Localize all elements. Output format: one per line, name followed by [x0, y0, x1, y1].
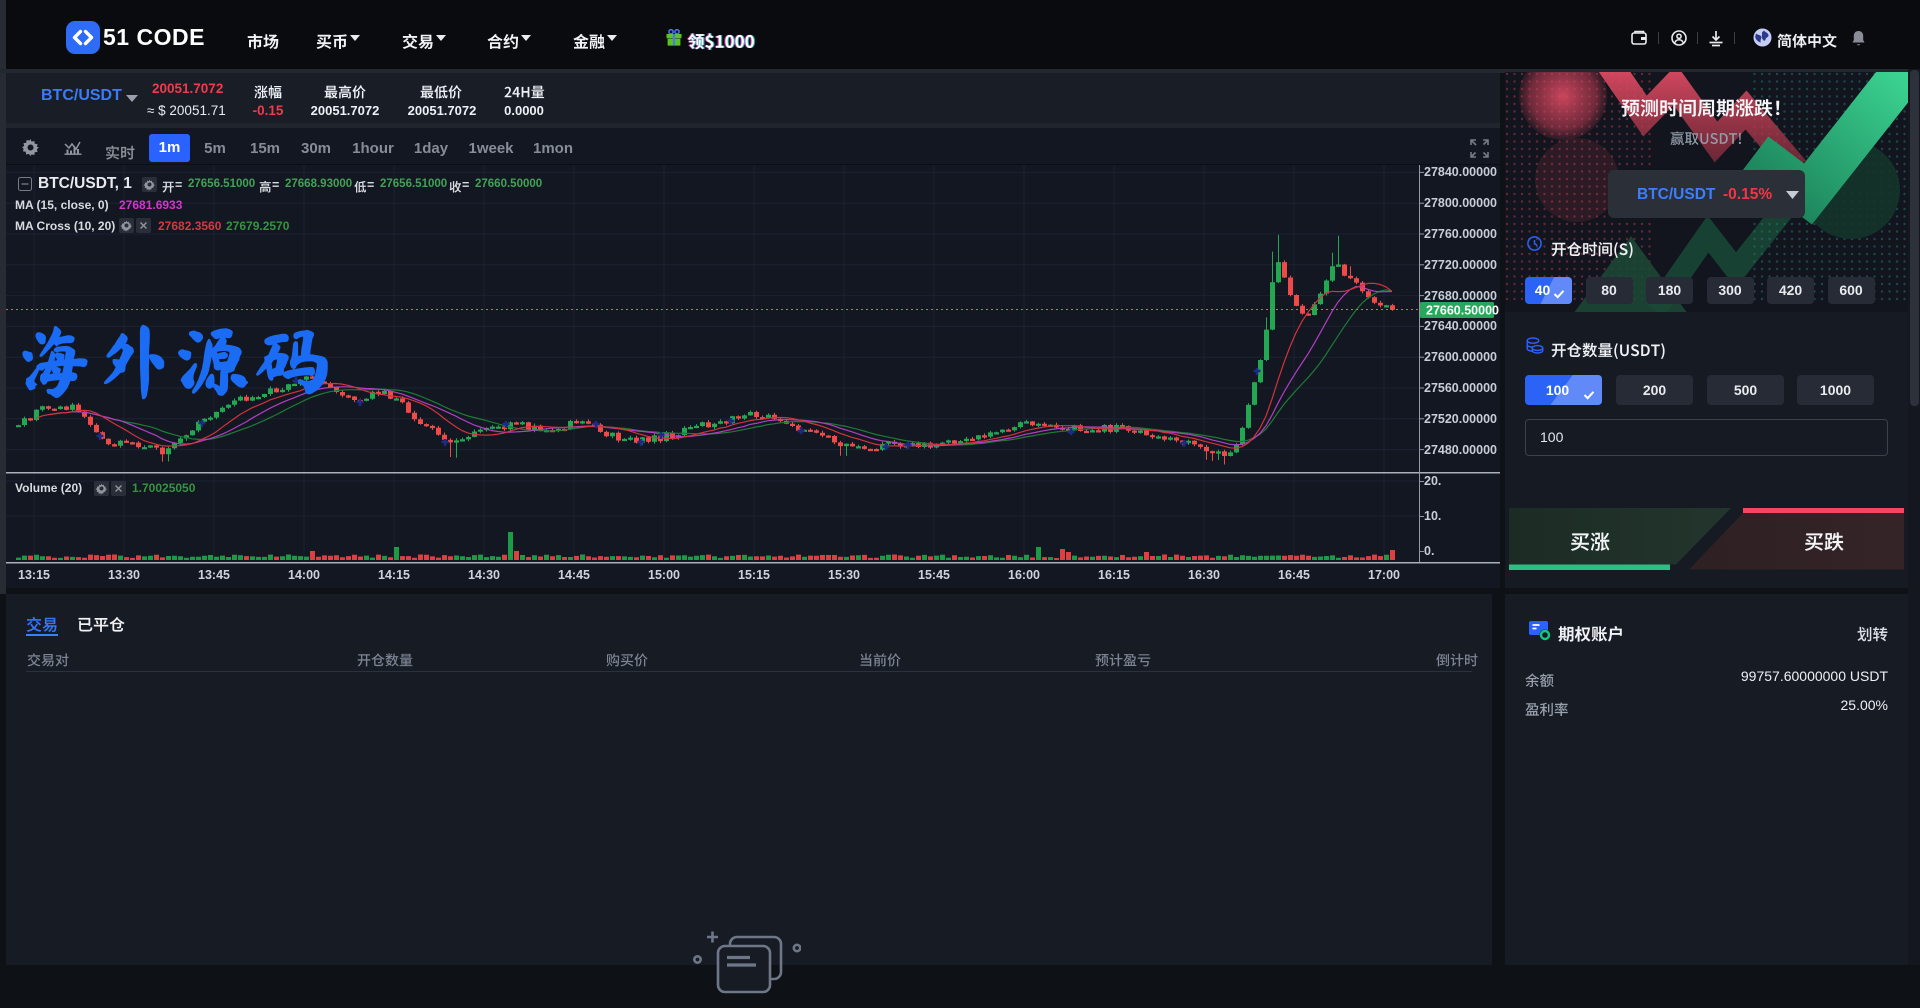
svg-text:0.: 0.: [1424, 544, 1434, 558]
svg-text:27800.00000: 27800.00000: [1424, 196, 1497, 210]
svg-text:14:00: 14:00: [288, 568, 320, 582]
svg-text:15:45: 15:45: [918, 568, 950, 582]
svg-text:27480.00000: 27480.00000: [1424, 443, 1497, 457]
svg-text:16:45: 16:45: [1278, 568, 1310, 582]
svg-text:27660.50000: 27660.50000: [1426, 304, 1499, 318]
svg-text:27520.00000: 27520.00000: [1424, 412, 1497, 426]
svg-text:16:15: 16:15: [1098, 568, 1130, 582]
svg-text:10.: 10.: [1424, 509, 1441, 523]
svg-text:16:00: 16:00: [1008, 568, 1040, 582]
svg-text:15:30: 15:30: [828, 568, 860, 582]
svg-text:15:00: 15:00: [648, 568, 680, 582]
svg-text:13:45: 13:45: [198, 568, 230, 582]
svg-text:27760.00000: 27760.00000: [1424, 227, 1497, 241]
svg-text:27720.00000: 27720.00000: [1424, 258, 1497, 272]
svg-text:14:30: 14:30: [468, 568, 500, 582]
svg-text:27840.00000: 27840.00000: [1424, 165, 1497, 179]
svg-text:14:15: 14:15: [378, 568, 410, 582]
svg-text:13:15: 13:15: [18, 568, 50, 582]
svg-text:15:15: 15:15: [738, 568, 770, 582]
svg-text:13:30: 13:30: [108, 568, 140, 582]
svg-text:27680.00000: 27680.00000: [1424, 289, 1497, 303]
svg-text:27640.00000: 27640.00000: [1424, 319, 1497, 333]
svg-text:27600.00000: 27600.00000: [1424, 350, 1497, 364]
svg-text:27560.00000: 27560.00000: [1424, 381, 1497, 395]
svg-text:14:45: 14:45: [558, 568, 590, 582]
svg-text:16:30: 16:30: [1188, 568, 1220, 582]
svg-text:20.: 20.: [1424, 474, 1441, 488]
svg-text:17:00: 17:00: [1368, 568, 1400, 582]
